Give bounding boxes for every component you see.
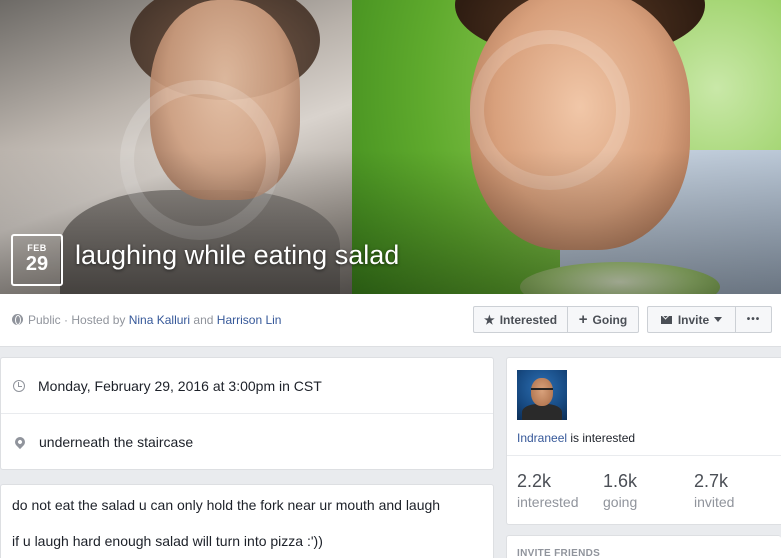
event-details-card: Monday, February 29, 2016 at 3:00pm in C…	[0, 357, 494, 470]
friend-interested-line: Indraneel is interested	[517, 431, 636, 445]
date-day: 29	[25, 253, 49, 275]
star-icon: ★	[483, 312, 495, 327]
privacy-label: Public	[28, 313, 61, 327]
interested-label: interested	[517, 494, 579, 510]
invite-friends-card: INVITE FRIENDS	[506, 535, 781, 558]
event-cover-photo[interactable]: FEB 29 laughing while eating salad	[0, 0, 781, 294]
event-action-bar: Public · Hosted by Nina Kalluri and Harr…	[0, 294, 781, 347]
interested-button[interactable]: ★ Interested	[474, 307, 567, 332]
invite-button-group: Invite •••	[647, 306, 772, 333]
going-count: 1.6k	[603, 471, 638, 491]
clock-icon	[13, 379, 25, 392]
description-line: if u laugh hard enough salad will turn i…	[12, 533, 323, 549]
host-line: Public · Hosted by Nina Kalluri and Harr…	[12, 313, 281, 327]
interested-stat[interactable]: 2.2k interested	[517, 471, 578, 510]
globe-icon	[12, 314, 23, 325]
rsvp-button-group: ★ Interested + Going	[473, 306, 639, 333]
event-location: underneath the staircase	[39, 434, 194, 450]
host-link-nina[interactable]: Nina Kalluri	[129, 313, 190, 327]
description-line: do not eat the salad u can only hold the…	[12, 497, 441, 513]
envelope-icon	[660, 315, 672, 324]
event-location-row[interactable]: underneath the staircase	[1, 414, 493, 470]
invited-stat[interactable]: 2.7k invited	[694, 471, 734, 510]
event-datetime-row[interactable]: Monday, February 29, 2016 at 3:00pm in C…	[1, 358, 493, 414]
chevron-down-icon	[714, 317, 723, 322]
going-button[interactable]: + Going	[567, 307, 638, 332]
event-title: laughing while eating salad	[75, 240, 400, 270]
friend-name-link[interactable]: Indraneel	[517, 431, 567, 445]
host-link-harrison[interactable]: Harrison Lin	[217, 313, 282, 327]
guest-summary-card: Indraneel is interested 2.2k interested …	[506, 357, 781, 525]
avatar[interactable]	[517, 370, 567, 420]
invited-label: invited	[694, 494, 735, 510]
event-date-badge: FEB 29	[11, 234, 63, 286]
interested-count: 2.2k	[517, 471, 552, 491]
location-pin-icon	[12, 434, 28, 450]
invited-count: 2.7k	[694, 471, 729, 491]
plus-icon: +	[578, 311, 588, 328]
date-month: FEB	[27, 243, 47, 253]
invite-button[interactable]: Invite	[648, 307, 735, 332]
event-description-card: do not eat the salad u can only hold the…	[0, 484, 494, 558]
more-options-button[interactable]: •••	[735, 307, 771, 332]
invite-friends-header: INVITE FRIENDS	[517, 548, 601, 558]
guest-stats: 2.2k interested 1.6k going 2.7k invited	[507, 455, 781, 525]
more-icon: •••	[746, 314, 761, 325]
going-stat[interactable]: 1.6k going	[603, 471, 637, 510]
event-datetime: Monday, February 29, 2016 at 3:00pm in C…	[38, 377, 322, 394]
going-label: going	[603, 494, 638, 510]
